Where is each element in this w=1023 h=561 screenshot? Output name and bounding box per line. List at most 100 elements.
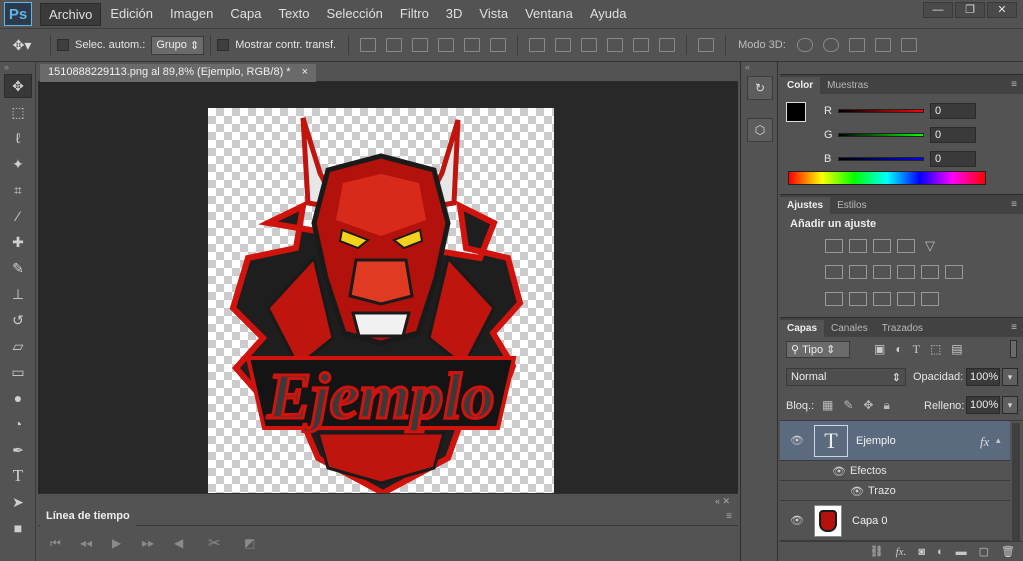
exposure-icon[interactable] (897, 239, 915, 253)
channel-mixer-icon[interactable] (921, 265, 939, 279)
green-value-input[interactable]: 0 (930, 127, 976, 143)
distribute-top-icon[interactable] (529, 38, 546, 52)
visibility-eye-icon[interactable]: 👁︎ (790, 514, 804, 527)
distribute-left-icon[interactable] (607, 38, 624, 52)
healing-brush-tool-icon[interactable]: ✚ (4, 230, 32, 254)
lock-position-icon[interactable]: ✥ (863, 398, 873, 413)
menu-3d[interactable]: 3D (438, 3, 471, 26)
menu-capa[interactable]: Capa (222, 3, 269, 26)
menu-filtro[interactable]: Filtro (392, 3, 437, 26)
hue-saturation-icon[interactable] (825, 265, 843, 279)
type-tool-icon[interactable]: T (4, 464, 32, 488)
visibility-eye-icon[interactable]: 👁︎ (832, 465, 846, 478)
tab-estilos[interactable]: Estilos (830, 197, 873, 214)
menu-imagen[interactable]: Imagen (162, 3, 221, 26)
3d-pan-icon[interactable] (848, 38, 865, 52)
marquee-tool-icon[interactable]: ⬚ (4, 100, 32, 124)
color-spectrum-bar[interactable] (788, 171, 986, 185)
stroke-effect-row[interactable]: 👁︎ Trazo (780, 481, 1010, 501)
fill-input[interactable]: 100% (966, 396, 1000, 414)
threshold-icon[interactable] (873, 292, 891, 306)
menu-texto[interactable]: Texto (270, 3, 317, 26)
effects-fx-icon[interactable]: fx (980, 434, 989, 450)
menu-ayuda[interactable]: Ayuda (582, 3, 635, 26)
distribute-vcenter-icon[interactable] (555, 38, 572, 52)
rectangle-tool-icon[interactable]: ■ (4, 516, 32, 540)
effects-collapse-icon[interactable]: ▴ (996, 435, 1001, 446)
effects-row[interactable]: 👁︎ Efectos (780, 461, 1010, 481)
tab-canales[interactable]: Canales (824, 320, 875, 337)
green-slider[interactable] (838, 133, 924, 137)
brightness-icon[interactable] (825, 239, 843, 253)
distribute-right-icon[interactable] (659, 38, 676, 52)
layer-row-capa-0[interactable]: 👁︎ Capa 0 (780, 501, 1010, 541)
move-tool-icon[interactable]: ✥ (4, 74, 32, 98)
red-slider[interactable] (838, 109, 924, 113)
menu-edicion[interactable]: Edición (102, 3, 161, 26)
selective-color-icon[interactable] (897, 292, 915, 306)
adjustment-filter-icon[interactable]: ◐ (895, 342, 902, 357)
menu-archivo[interactable]: Archivo (40, 2, 102, 26)
blue-value-input[interactable]: 0 (930, 151, 976, 167)
fill-dropdown-arrow-icon[interactable]: ▾ (1002, 396, 1018, 414)
levels-icon[interactable] (849, 239, 867, 253)
foreground-color-swatch[interactable] (786, 102, 806, 122)
distribute-bottom-icon[interactable] (581, 38, 598, 52)
history-panel-button[interactable]: ↻ (747, 76, 773, 100)
lock-pixels-icon[interactable]: ✎ (843, 398, 853, 413)
add-mask-icon[interactable]: ◙ (918, 546, 925, 558)
auto-select-checkbox[interactable] (57, 39, 69, 51)
auto-select-target-dropdown[interactable]: Grupo ⇕ (151, 35, 205, 55)
3d-slide-icon[interactable] (874, 38, 891, 52)
align-left-icon[interactable] (438, 38, 455, 52)
smart-object-filter-icon[interactable]: ▤ (951, 342, 962, 357)
lasso-tool-icon[interactable]: ℓ (4, 126, 32, 150)
visibility-eye-icon[interactable]: 👁︎ (790, 434, 804, 447)
move-tool-preset-icon[interactable]: ✥▾ (0, 37, 44, 54)
collapse-arrows-icon[interactable]: « (741, 62, 777, 72)
curves-icon[interactable] (873, 239, 891, 253)
panel-menu-icon[interactable]: ≡ (1011, 79, 1017, 90)
tab-color[interactable]: Color (780, 77, 821, 94)
distribute-hcenter-icon[interactable] (633, 38, 650, 52)
panel-menu-icon[interactable]: ≡ (1011, 199, 1017, 210)
history-brush-tool-icon[interactable]: ↺ (4, 308, 32, 332)
opacity-dropdown-arrow-icon[interactable]: ▾ (1002, 368, 1018, 386)
add-style-fx-icon[interactable]: fx. (896, 546, 907, 558)
brush-tool-icon[interactable]: ✎ (4, 256, 32, 280)
menu-seleccion[interactable]: Selección (319, 3, 391, 26)
pen-tool-icon[interactable]: ✒ (4, 438, 32, 462)
align-right-icon[interactable] (490, 38, 507, 52)
show-transform-checkbox[interactable] (217, 39, 230, 51)
delete-layer-icon[interactable]: 🗑︎ (1001, 545, 1015, 558)
auto-align-icon[interactable] (698, 38, 715, 52)
new-layer-icon[interactable]: ▢ (979, 545, 989, 558)
eyedropper-tool-icon[interactable]: ⁄ (4, 204, 32, 228)
layer-row-ejemplo[interactable]: 👁︎ T Ejemplo fx ▴ (780, 421, 1010, 461)
layers-scrollbar[interactable] (1012, 423, 1020, 541)
3d-panel-button[interactable]: ⬡ (747, 118, 773, 142)
3d-roll-icon[interactable] (822, 38, 839, 52)
blend-mode-dropdown[interactable]: Normal ⇕ (786, 368, 906, 386)
play-icon[interactable]: ▶ (112, 536, 121, 550)
tab-muestras[interactable]: Muestras (820, 77, 875, 94)
blue-slider[interactable] (838, 157, 924, 161)
gradient-tool-icon[interactable]: ▭ (4, 360, 32, 384)
link-layers-icon[interactable]: ⛓ (870, 545, 884, 558)
posterize-icon[interactable] (849, 292, 867, 306)
canvas[interactable]: Ejemplo (208, 108, 554, 497)
red-value-input[interactable]: 0 (930, 103, 976, 119)
layer-name[interactable]: Capa 0 (852, 515, 887, 527)
timeline-collapse-icon[interactable]: « ✕ (715, 496, 730, 507)
align-top-icon[interactable] (360, 38, 377, 52)
lock-transparency-icon[interactable]: ▦ (822, 398, 833, 413)
gradient-map-icon[interactable] (921, 292, 939, 306)
go-to-first-frame-icon[interactable]: ⏮ (50, 536, 61, 551)
path-selection-tool-icon[interactable]: ➤ (4, 490, 32, 514)
document-tab[interactable]: 1510888229113.png al 89,8% (Ejemplo, RGB… (40, 64, 317, 82)
minimize-button[interactable]: — (923, 2, 953, 18)
crop-tool-icon[interactable]: ⌗ (4, 178, 32, 202)
document-tab-close-icon[interactable]: × (302, 66, 308, 78)
vibrance-icon[interactable]: ▽ (921, 239, 939, 253)
audio-icon[interactable]: ◀ (174, 536, 183, 550)
